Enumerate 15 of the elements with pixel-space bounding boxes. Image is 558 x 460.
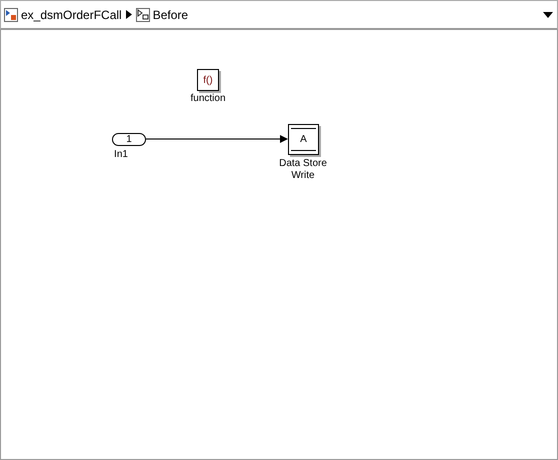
block-text: f() [203, 74, 213, 86]
block-label: Data Store Write [278, 158, 328, 182]
data-store-write-block[interactable]: A [288, 124, 319, 155]
breadcrumb-item[interactable]: Before [136, 8, 188, 22]
model-icon [4, 8, 18, 22]
separator-arrow-icon [126, 10, 132, 19]
block-label: In1 [113, 149, 129, 161]
port-number: 1 [126, 134, 132, 145]
inport-block[interactable]: 1 [112, 133, 146, 146]
breadcrumb-item[interactable]: ex_dsmOrderFCall [4, 8, 122, 22]
function-call-block[interactable]: f() [197, 69, 219, 91]
store-name: A [300, 134, 307, 145]
dropdown-caret-icon[interactable] [543, 12, 553, 18]
block-label: function [189, 93, 227, 105]
subsystem-icon [136, 8, 150, 22]
